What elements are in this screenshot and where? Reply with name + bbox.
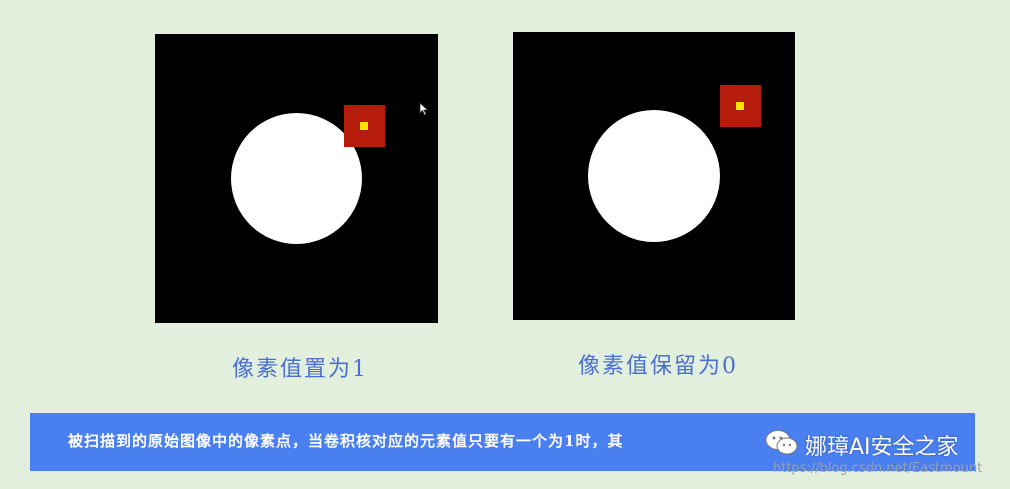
watermark-url: https://blog.csdn.net/Eastmount [773, 461, 983, 476]
banner-text: 被扫描到的原始图像中的像素点，当卷积核对应的元素值只要有一个为1时，其 [68, 432, 624, 450]
kernel-square [720, 85, 761, 127]
kernel-center-pixel [360, 122, 368, 130]
kernel-center-pixel [736, 102, 744, 110]
right-image-panel [513, 32, 795, 320]
right-caption: 像素值保留为0 [578, 354, 738, 379]
wechat-icon [765, 430, 798, 455]
kernel-square [344, 105, 385, 147]
left-caption: 像素值置为1 [232, 357, 368, 382]
watermark-title: 娜璋AI安全之家 [805, 435, 959, 460]
white-circle [588, 110, 720, 242]
mouse-cursor-icon [419, 102, 429, 116]
white-circle [231, 113, 362, 244]
watermark: 娜璋AI安全之家 https://blog.csdn.net/Eastmount [765, 425, 995, 485]
left-image-panel [155, 34, 438, 323]
